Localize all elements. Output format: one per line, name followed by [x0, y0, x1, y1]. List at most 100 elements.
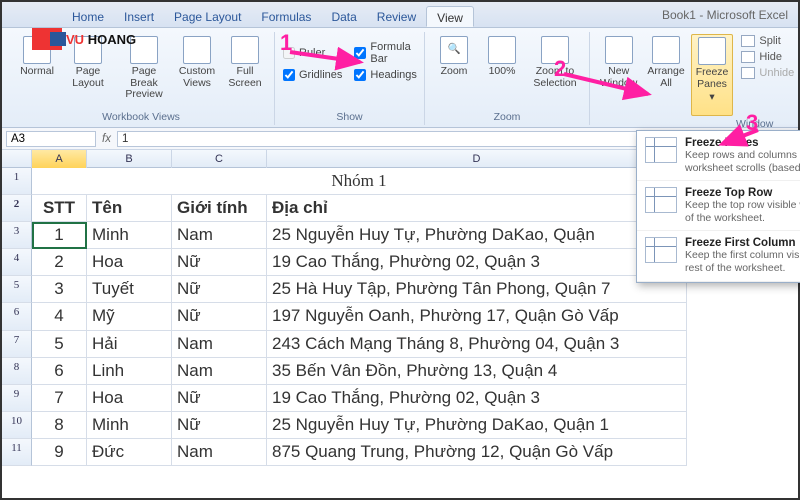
freeze-top-row-icon — [645, 187, 677, 213]
cell[interactable]: 8 — [32, 412, 87, 439]
tab-insert[interactable]: Insert — [114, 6, 164, 27]
cell[interactable]: Hải — [87, 331, 172, 358]
row-header[interactable]: 9 — [2, 385, 32, 412]
cell[interactable]: Nữ — [172, 303, 267, 330]
cell[interactable]: Nhóm 1 — [32, 168, 687, 195]
cell[interactable]: Nam — [172, 222, 267, 249]
group-title-zoom: Zoom — [431, 109, 583, 123]
zoom-icon: 🔍 — [440, 36, 468, 64]
row-header[interactable]: 5 — [2, 276, 32, 303]
cell[interactable]: Tên — [87, 195, 172, 222]
split-button[interactable]: Split — [739, 34, 796, 48]
custom-views-button[interactable]: Custom Views — [174, 34, 220, 103]
row-header[interactable]: 6 — [2, 303, 32, 330]
col-header-A[interactable]: A — [32, 150, 87, 168]
split-icon — [741, 35, 755, 47]
tab-review[interactable]: Review — [367, 6, 426, 27]
cell[interactable]: Nữ — [172, 249, 267, 276]
custom-views-icon — [183, 36, 211, 64]
cell[interactable]: Minh — [87, 222, 172, 249]
freeze-panes-icon — [698, 37, 726, 65]
unhide-icon — [741, 67, 755, 79]
menu-freeze-top-row[interactable]: Freeze Top RowKeep the top row visible w… — [637, 181, 800, 231]
annotation-2: 2 — [554, 56, 566, 82]
tab-formulas[interactable]: Formulas — [251, 6, 321, 27]
cell[interactable]: 243 Cách Mạng Tháng 8, Phường 04, Quận 3 — [267, 331, 687, 358]
hide-button[interactable]: Hide — [739, 50, 796, 64]
cell[interactable]: 4 — [32, 303, 87, 330]
row-header[interactable]: 10 — [2, 412, 32, 439]
brand-logo-icon — [32, 28, 62, 50]
arrange-all-icon — [652, 36, 680, 64]
row-header[interactable]: 3 — [2, 222, 32, 249]
annotation-arrow-2 — [564, 68, 664, 111]
cell[interactable]: 6 — [32, 358, 87, 385]
menu-freeze-first-column[interactable]: Freeze First ColumnKeep the first column… — [637, 231, 800, 281]
group-title-workbook-views: Workbook Views — [14, 109, 268, 123]
cell[interactable]: Nam — [172, 358, 267, 385]
row-header[interactable]: 1 — [2, 168, 32, 195]
cell[interactable]: 25 Nguyễn Huy Tự, Phường DaKao, Quận — [267, 222, 687, 249]
col-header-C[interactable]: C — [172, 150, 267, 168]
zoom-100-icon — [488, 36, 516, 64]
fx-icon[interactable]: fx — [102, 133, 111, 145]
new-window-icon — [605, 36, 633, 64]
name-box[interactable] — [6, 131, 96, 147]
cell[interactable]: 19 Cao Thắng, Phường 02, Quận 3 — [267, 385, 687, 412]
zoom-100-button[interactable]: 100% — [479, 34, 525, 91]
cell[interactable]: Mỹ — [87, 303, 172, 330]
cell[interactable]: Đức — [87, 439, 172, 466]
row-header[interactable]: 7 — [2, 331, 32, 358]
annotation-1: 1 — [280, 30, 292, 56]
cell[interactable]: 35 Bến Vân Đồn, Phường 13, Quận 4 — [267, 358, 687, 385]
cell[interactable]: Hoa — [87, 385, 172, 412]
cell[interactable]: 3 — [32, 276, 87, 303]
cell[interactable]: Nam — [172, 439, 267, 466]
tab-view[interactable]: View — [426, 6, 474, 27]
cell[interactable]: Hoa — [87, 249, 172, 276]
cell[interactable]: Nữ — [172, 385, 267, 412]
freeze-panes-button[interactable]: Freeze Panes▾ — [691, 34, 734, 116]
row-header[interactable]: 2 — [2, 195, 32, 222]
tab-data[interactable]: Data — [321, 6, 366, 27]
cell[interactable]: 1 — [32, 222, 87, 249]
freeze-first-col-icon — [645, 237, 677, 263]
cell[interactable]: Linh — [87, 358, 172, 385]
cell[interactable]: 7 — [32, 385, 87, 412]
unhide-button: Unhide — [739, 66, 796, 80]
cell[interactable]: 25 Hà Huy Tập, Phường Tân Phong, Quận 7 — [267, 276, 687, 303]
row-header[interactable]: 4 — [2, 249, 32, 276]
cell[interactable]: Giới tính — [172, 195, 267, 222]
cell[interactable]: Nam — [172, 331, 267, 358]
tab-page-layout[interactable]: Page Layout — [164, 6, 251, 27]
cell[interactable]: STT — [32, 195, 87, 222]
cell[interactable]: 2 — [32, 249, 87, 276]
cell[interactable]: Nữ — [172, 276, 267, 303]
row-header[interactable]: 11 — [2, 439, 32, 466]
select-all-corner[interactable] — [2, 150, 32, 168]
annotation-arrow-1 — [290, 44, 380, 77]
chevron-down-icon: ▾ — [709, 92, 714, 104]
freeze-panes-menu-icon — [645, 137, 677, 163]
full-screen-button[interactable]: Full Screen — [222, 34, 268, 103]
cell[interactable]: Minh — [87, 412, 172, 439]
cell[interactable]: 875 Quang Trung, Phường 12, Quận Gò Vấp — [267, 439, 687, 466]
tab-home[interactable]: Home — [62, 6, 114, 27]
col-header-B[interactable]: B — [87, 150, 172, 168]
cell[interactable]: 25 Nguyễn Huy Tự, Phường DaKao, Quận 1 — [267, 412, 687, 439]
annotation-3: 3 — [746, 110, 758, 136]
cell[interactable]: Nữ — [172, 412, 267, 439]
col-header-D[interactable]: D — [267, 150, 687, 168]
cell[interactable]: 9 — [32, 439, 87, 466]
brand-logo-text: VU VU HOANGHOANG — [66, 32, 136, 47]
row-header[interactable]: 8 — [2, 358, 32, 385]
window-title: Book1 - Microsoft Excel — [662, 8, 788, 22]
cell[interactable]: Tuyết — [87, 276, 172, 303]
hide-icon — [741, 51, 755, 63]
cell[interactable]: 5 — [32, 331, 87, 358]
brand-logo: VU VU HOANGHOANG — [32, 28, 136, 50]
cell[interactable]: Địa chỉ — [267, 195, 687, 222]
cell[interactable]: 19 Cao Thắng, Phường 02, Quận 3 — [267, 249, 687, 276]
zoom-button[interactable]: 🔍Zoom — [431, 34, 477, 91]
cell[interactable]: 197 Nguyễn Oanh, Phường 17, Quận Gò Vấp — [267, 303, 687, 330]
